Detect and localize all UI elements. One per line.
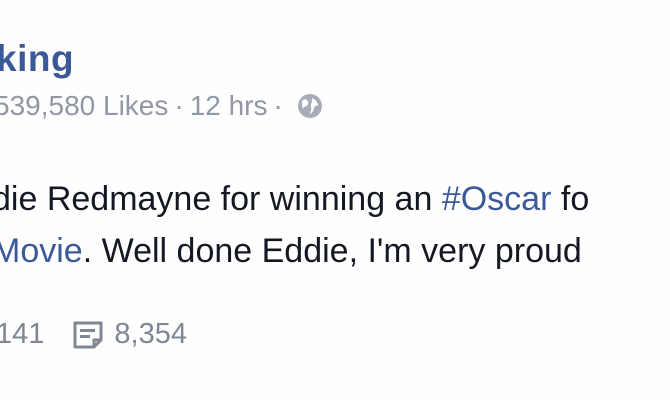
post-stats: 141 8,354: [0, 318, 187, 351]
globe-icon[interactable]: [297, 93, 323, 119]
body-text-1-tail: fo: [551, 180, 590, 218]
post-author-name[interactable]: king: [0, 38, 74, 80]
hashtag-oscar[interactable]: #Oscar: [442, 180, 552, 218]
hashtag-movie[interactable]: Movie: [0, 232, 83, 270]
meta-separator: ·: [174, 90, 184, 121]
post-meta: 539,580 Likes · 12 hrs ·: [0, 90, 323, 122]
meta-separator-2: ·: [273, 90, 283, 121]
comment-icon[interactable]: [72, 320, 104, 350]
post-body-line-2: Movie. Well done Eddie, I'm very proud: [0, 225, 589, 277]
shares-count[interactable]: 141: [0, 318, 44, 351]
comments-count[interactable]: 8,354: [114, 318, 187, 351]
post-body: die Redmayne for winning an #Oscar fo Mo…: [0, 173, 589, 277]
post-timestamp[interactable]: 12 hrs: [190, 90, 268, 122]
facebook-post: king 539,580 Likes · 12 hrs · die Redmay…: [0, 0, 670, 400]
likes-count[interactable]: 539,580 Likes: [0, 90, 168, 122]
body-text-1: die Redmayne for winning an: [0, 180, 442, 218]
body-text-2: . Well done Eddie, I'm very proud: [82, 232, 582, 270]
post-body-line-1: die Redmayne for winning an #Oscar fo: [0, 173, 589, 225]
